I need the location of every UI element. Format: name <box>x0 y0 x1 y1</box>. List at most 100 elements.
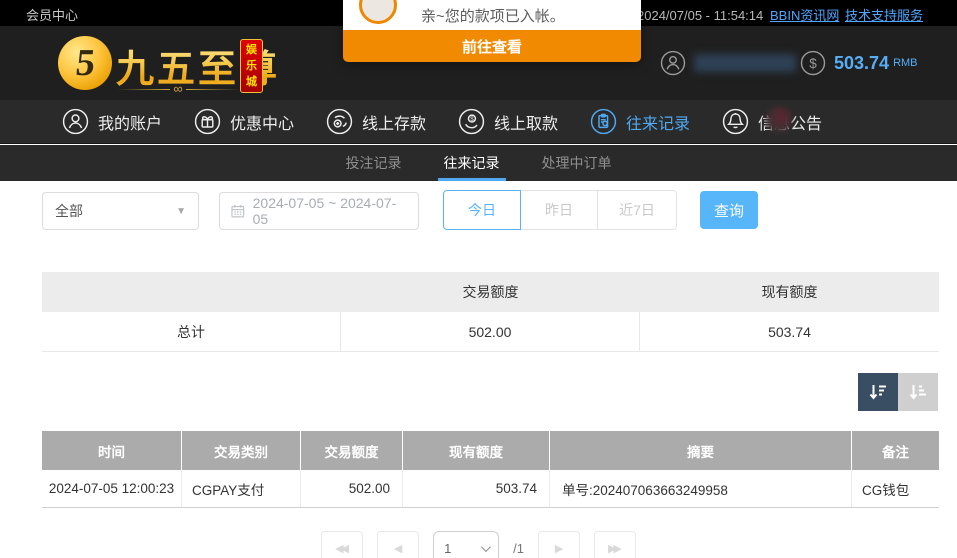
account-icon <box>62 108 89 135</box>
account-balance[interactable]: $ 503.74 RMB <box>800 26 918 100</box>
logo-icon[interactable]: 5 <box>58 36 112 90</box>
logo-badge: 娱乐城 <box>240 39 263 93</box>
sort-descending-button[interactable] <box>858 373 898 411</box>
notification-badge-blurred <box>766 107 792 133</box>
transactions-table: 时间 交易类别 交易额度 现有额度 摘要 备注 2024-07-05 12:00… <box>42 431 939 508</box>
logo-mark: 5 <box>73 41 97 85</box>
account-user[interactable] <box>660 26 796 100</box>
main-nav: 我的账户 优惠中心 线上存款 $ 线上取款 <box>0 100 957 144</box>
nav-item-deposit[interactable]: 线上存款 <box>326 108 428 135</box>
cell-time: 2024-07-05 12:00:23 <box>42 470 182 507</box>
nav-label: 线上取款 <box>494 110 558 134</box>
tech-support-link[interactable]: 技术支持服务 <box>845 5 923 24</box>
header-note: 备注 <box>852 431 939 470</box>
balance-currency: RMB <box>893 57 917 69</box>
summary-header-blank <box>42 272 341 312</box>
flourish-line <box>117 89 170 90</box>
tab-label: 投注记录 <box>346 153 402 173</box>
date-range-value: 2024-07-05 ~ 2024-07-05 <box>253 195 408 227</box>
tab-label: 处理中订单 <box>542 153 612 173</box>
last7days-button[interactable]: 近7日 <box>597 190 677 230</box>
withdraw-icon: $ <box>458 108 485 135</box>
bell-icon <box>722 108 749 135</box>
next-page-button[interactable]: ▶ <box>538 531 580 558</box>
header-balance: 现有额度 <box>403 431 550 470</box>
sort-desc-icon <box>867 382 889 402</box>
nav-item-promotions[interactable]: 优惠中心 <box>194 108 296 135</box>
dollar-icon: $ <box>800 50 826 76</box>
user-icon <box>660 50 686 76</box>
cell-balance: 503.74 <box>403 470 550 507</box>
cell-note: CG钱包 <box>852 470 939 507</box>
svg-text:$: $ <box>470 116 474 123</box>
prev-page-icon: ◀ <box>394 542 402 555</box>
pagination: ◀◀ ◀ 1 /1 ▶ ▶▶ <box>0 531 957 558</box>
sort-ascending-button[interactable] <box>898 373 938 411</box>
tab-pending-orders[interactable]: 处理中订单 <box>540 145 614 181</box>
first-page-button[interactable]: ◀◀ <box>321 531 363 558</box>
tab-bet-records[interactable]: 投注记录 <box>344 145 404 181</box>
summary-header-row: 交易额度 现有额度 <box>42 272 939 312</box>
cell-type: CGPAY支付 <box>182 470 301 507</box>
calendar-icon <box>230 203 246 219</box>
tab-transaction-records[interactable]: 往来记录 <box>442 145 502 181</box>
flourish-line <box>186 89 239 90</box>
table-header-row: 时间 交易类别 交易额度 现有额度 摘要 备注 <box>42 431 939 470</box>
balance-amount: 503.74 <box>834 53 889 74</box>
header-time: 时间 <box>42 431 182 470</box>
first-page-icon: ◀◀ <box>335 542 346 555</box>
bbin-news-link[interactable]: BBIN资讯网 <box>770 5 839 24</box>
nav-label: 优惠中心 <box>230 110 294 134</box>
username-blurred <box>694 54 796 72</box>
chevron-down-icon: ▼ <box>176 206 186 217</box>
go-view-button[interactable]: 前往查看 <box>343 30 641 62</box>
header-type: 交易类别 <box>182 431 301 470</box>
last-page-button[interactable]: ▶▶ <box>594 531 636 558</box>
summary-table: 交易额度 现有额度 总计 502.00 503.74 <box>42 272 939 352</box>
flourish-ornament: ∞ <box>170 84 185 94</box>
yesterday-button[interactable]: 昨日 <box>520 190 598 230</box>
category-select[interactable]: 全部 ▼ <box>42 192 199 230</box>
logo-flourish: ∞ <box>117 84 239 94</box>
next-page-icon: ▶ <box>555 542 563 555</box>
nav-item-transactions[interactable]: 往来记录 <box>590 108 692 135</box>
sub-nav: 投注记录 往来记录 处理中订单 <box>0 145 957 181</box>
deposit-notification-popup: 亲~您的款项已入帐。 前往查看 <box>343 0 641 62</box>
nav-label: 往来记录 <box>626 110 690 134</box>
cell-amount: 502.00 <box>301 470 403 507</box>
date-range-input[interactable]: 2024-07-05 ~ 2024-07-05 <box>219 192 419 230</box>
nav-item-my-account[interactable]: 我的账户 <box>62 108 164 135</box>
prev-page-button[interactable]: ◀ <box>377 531 419 558</box>
table-row: 2024-07-05 12:00:23 CGPAY支付 502.00 503.7… <box>42 470 939 508</box>
deposit-icon <box>326 108 353 135</box>
chevron-down-icon <box>481 542 491 552</box>
today-button[interactable]: 今日 <box>443 190 521 230</box>
summary-total-label: 总计 <box>42 312 341 351</box>
notification-coin-icon <box>359 0 397 24</box>
records-icon <box>590 108 617 135</box>
svg-text:$: $ <box>809 56 817 71</box>
quick-date-group: 今日 昨日 近7日 <box>443 190 677 230</box>
summary-header-trade: 交易额度 <box>341 272 640 312</box>
popup-body: 亲~您的款项已入帐。 <box>343 0 641 30</box>
nav-item-withdraw[interactable]: $ 线上取款 <box>458 108 560 135</box>
page-select[interactable]: 1 <box>433 531 499 558</box>
header-amount: 交易额度 <box>301 431 403 470</box>
page-total-label: /1 <box>513 541 524 556</box>
last-page-icon: ▶▶ <box>608 542 619 555</box>
nav-label: 线上存款 <box>362 110 426 134</box>
page-select-value: 1 <box>444 541 451 556</box>
tab-label: 往来记录 <box>444 153 500 173</box>
search-button[interactable]: 查询 <box>700 191 758 229</box>
summary-total-trade: 502.00 <box>341 312 640 351</box>
category-value: 全部 <box>55 201 83 221</box>
summary-header-balance: 现有额度 <box>640 272 939 312</box>
summary-total-row: 总计 502.00 503.74 <box>42 312 939 352</box>
gift-icon <box>194 108 221 135</box>
summary-total-balance: 503.74 <box>640 312 939 351</box>
popup-message: 亲~您的款项已入帐。 <box>421 5 565 26</box>
header-summary: 摘要 <box>550 431 852 470</box>
sort-asc-icon <box>907 382 929 402</box>
member-center-label[interactable]: 会员中心 <box>26 5 78 24</box>
nav-label: 我的账户 <box>98 110 162 134</box>
